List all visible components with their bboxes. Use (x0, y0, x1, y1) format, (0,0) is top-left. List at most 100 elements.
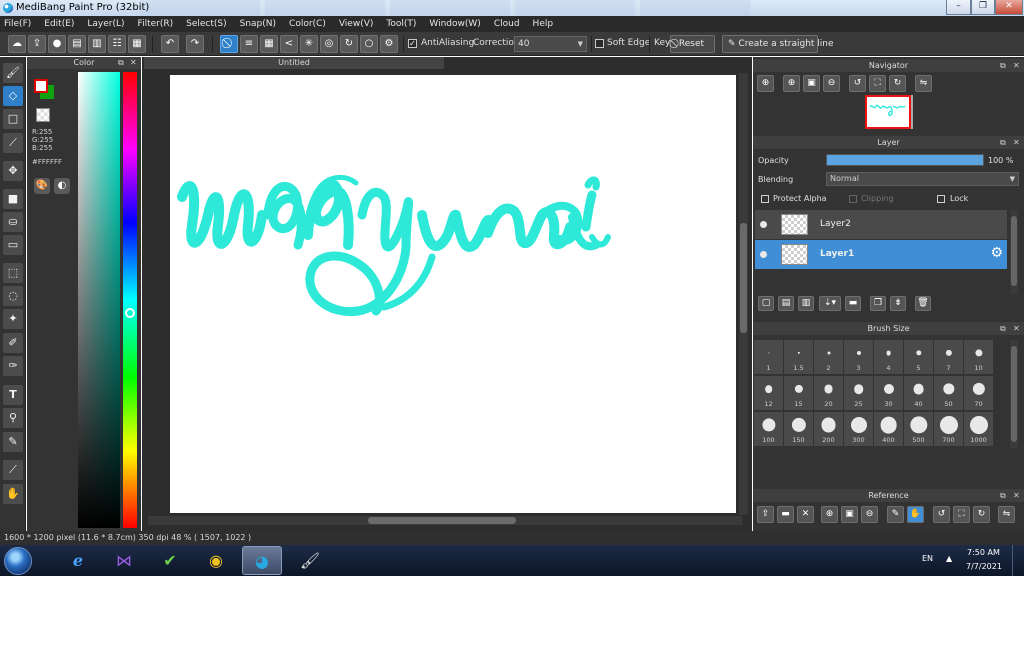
list-icon[interactable]: ☷ (108, 35, 126, 53)
internet-explorer-icon[interactable]: e (58, 546, 98, 575)
select-pen-icon[interactable]: ✐ (3, 333, 23, 353)
palette-icon[interactable]: 🎨 (34, 178, 50, 194)
menu-help[interactable]: Help (533, 19, 554, 29)
brush-size-cell[interactable]: 20 (814, 376, 843, 410)
brush-size-cell[interactable]: 5 (904, 340, 933, 374)
actual-size-icon[interactable]: ▣ (803, 75, 820, 92)
document-icon[interactable]: ▥ (88, 35, 106, 53)
language-indicator[interactable]: EN (922, 554, 933, 563)
close-icon[interactable]: ✕ (1013, 489, 1020, 502)
brush-size-cell[interactable]: 50 (934, 376, 963, 410)
visual-studio-icon[interactable]: ⋈ (104, 546, 144, 575)
popout-icon[interactable]: ⧉ (1000, 322, 1006, 335)
line-tool-icon[interactable]: ⟋ (3, 133, 23, 153)
menu-tool[interactable]: Tool(T) (386, 19, 416, 29)
comment-icon[interactable]: ● (48, 35, 66, 53)
layer-list-scrollbar[interactable] (1010, 210, 1018, 294)
brush-size-cell[interactable]: 40 (904, 376, 933, 410)
saturation-value-field[interactable] (78, 72, 120, 528)
menu-snap[interactable]: Snap(N) (240, 19, 276, 29)
menu-file[interactable]: File(F) (4, 19, 31, 29)
brush-size-cell[interactable]: 1.5 (784, 340, 813, 374)
layer-scroll-thumb[interactable] (1011, 216, 1017, 286)
add-layer-dropdown-icon[interactable]: ⇣▾ (819, 296, 841, 311)
zoom-out-icon[interactable]: ⊖ (823, 75, 840, 92)
fit-window-icon[interactable]: ⛶ (869, 75, 886, 92)
rectangle-select-icon[interactable]: ⬚ (3, 263, 23, 283)
tray-expand-icon[interactable]: ▲ (946, 554, 952, 563)
menu-filter[interactable]: Filter(R) (138, 19, 174, 29)
brush-size-cell[interactable]: 400 (874, 412, 903, 446)
horizontal-scrollbar[interactable] (148, 516, 742, 525)
horizontal-scroll-thumb[interactable] (368, 517, 516, 524)
layer-settings-gear-icon[interactable]: ⚙ (990, 245, 1003, 261)
color-wheel-icon[interactable]: ◐ (54, 178, 70, 194)
popout-icon[interactable]: ⧉ (1000, 59, 1006, 72)
menu-view[interactable]: View(V) (339, 19, 374, 29)
share-icon[interactable]: ⇪ (28, 35, 46, 53)
hue-slider[interactable] (123, 72, 137, 528)
hand-icon[interactable]: ✋ (907, 506, 924, 523)
fit-window-icon[interactable]: ⛶ (953, 506, 970, 523)
close-reference-icon[interactable]: ✕ (797, 506, 814, 523)
correction-select[interactable]: 40 ▼ (514, 36, 587, 52)
clock-date[interactable]: 7/7/2021 (966, 562, 1002, 571)
popout-icon[interactable]: ⧉ (1000, 136, 1006, 149)
redo-icon[interactable]: ↷ (186, 35, 204, 53)
text-tool-icon[interactable]: T (3, 385, 23, 405)
menu-edit[interactable]: Edit(E) (44, 19, 74, 29)
create-straight-line-button[interactable]: ✎ Create a straight line (722, 35, 834, 53)
document-tab[interactable]: Untitled (144, 57, 444, 69)
brush-size-cell[interactable]: 1000 (964, 412, 993, 446)
move-tool-icon[interactable]: ✥ (3, 161, 23, 181)
delete-layer-icon[interactable]: 🗑 (915, 296, 931, 311)
dot-tool-icon[interactable]: □ (3, 109, 23, 129)
start-button[interactable] (4, 547, 32, 575)
rotate-right-icon[interactable]: ↻ (889, 75, 906, 92)
clipping-checkbox[interactable] (849, 195, 857, 203)
fill-bucket-icon[interactable]: ⛀ (3, 212, 23, 232)
parallel-snap-icon[interactable]: ≡ (240, 35, 258, 53)
brush-size-cell[interactable]: 7 (934, 340, 963, 374)
flip-horizontal-icon[interactable]: ⇋ (998, 506, 1015, 523)
magic-wand-icon[interactable]: ✦ (3, 309, 23, 329)
brush-size-cell[interactable]: 3 (844, 340, 873, 374)
actual-size-icon[interactable]: ▣ (841, 506, 858, 523)
brush-size-cell[interactable]: 100 (754, 412, 783, 446)
rotate-left-icon[interactable]: ↺ (849, 75, 866, 92)
brush-size-cell[interactable]: 200 (814, 412, 843, 446)
vertical-scroll-thumb[interactable] (740, 223, 747, 333)
hand-tool-icon[interactable]: ✋ (3, 484, 23, 504)
brush-size-cell[interactable]: 300 (844, 412, 873, 446)
brush-size-cell[interactable]: 150 (784, 412, 813, 446)
brush-size-cell[interactable]: 12 (754, 376, 783, 410)
zoom-in-icon[interactable]: ⊕ (821, 506, 838, 523)
brush-tool-icon[interactable]: 🖌 (3, 63, 23, 83)
hue-slider-handle[interactable] (125, 308, 135, 318)
layer-row-layer2[interactable]: Layer2 (755, 210, 1007, 239)
brush-size-cell[interactable]: 25 (844, 376, 873, 410)
green-app-icon[interactable]: ✔ (150, 546, 190, 575)
lock-checkbox[interactable] (937, 195, 945, 203)
brush-size-cell[interactable]: 4 (874, 340, 903, 374)
minimize-button[interactable]: – (946, 0, 971, 15)
drawing-canvas[interactable] (170, 75, 736, 513)
close-icon[interactable]: ✕ (130, 57, 137, 69)
brush-size-cell[interactable]: 700 (934, 412, 963, 446)
visibility-eye-icon[interactable] (760, 251, 767, 258)
zoom-out-icon[interactable]: ⊖ (861, 506, 878, 523)
rotate-right-icon[interactable]: ↻ (973, 506, 990, 523)
vanishing-point-icon[interactable]: < (280, 35, 298, 53)
show-desktop-button[interactable] (1012, 545, 1024, 576)
popout-icon[interactable]: ⧉ (1000, 489, 1006, 502)
popout-icon[interactable]: ⧉ (118, 57, 124, 69)
curve-snap-icon[interactable]: ↻ (340, 35, 358, 53)
clock-time[interactable]: 7:50 AM (967, 548, 1000, 557)
medibang-taskbar-icon[interactable]: ◕ (242, 546, 282, 575)
radial-snap-icon[interactable]: ✳ (300, 35, 318, 53)
new-halftone-layer-icon[interactable]: ▤ (778, 296, 794, 311)
undo-icon[interactable]: ↶ (161, 35, 179, 53)
brush-size-cell[interactable]: 70 (964, 376, 993, 410)
close-icon[interactable]: ✕ (1013, 59, 1020, 72)
zoom-in-icon[interactable]: ⊕ (783, 75, 800, 92)
